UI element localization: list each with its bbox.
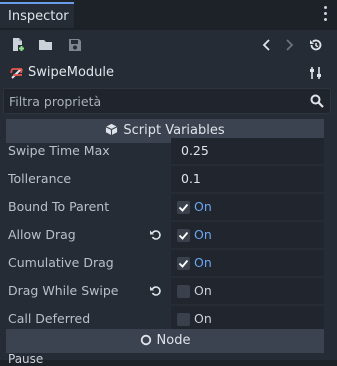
property-label: Drag While Swipe [8,283,119,298]
bound-to-parent-toggle[interactable]: On [171,194,324,220]
allow-drag-toggle[interactable]: On [171,222,324,248]
cumulative-drag-toggle[interactable]: On [171,250,324,276]
open-folder-icon[interactable] [38,37,54,53]
property-row-allow-drag: Allow Drag On [6,221,324,249]
revert-icon[interactable] [149,284,163,298]
property-row-tollerance: Tollerance 0.1 [6,165,324,193]
toggle-state: On [194,255,212,270]
toggle-state: On [194,311,212,326]
section-node[interactable]: Node [6,329,324,353]
property-value: 0.25 [181,143,209,158]
property-label: Bound To Parent [8,199,110,214]
toggle-state: On [194,199,212,214]
drag-while-swipe-toggle[interactable]: On [171,278,324,304]
property-label: Swipe Time Max [8,143,110,158]
swipe-time-max-field[interactable]: 0.25 [171,138,324,164]
dock-menu-icon[interactable] [324,6,328,24]
checkbox-unchecked[interactable] [177,285,190,298]
object-name: SwipeModule [28,65,115,80]
tollerance-field[interactable]: 0.1 [171,166,324,192]
section-node-label: Node [156,333,191,348]
save-icon[interactable] [67,37,83,53]
inspector-panel: SwipeModule Script Variables [0,30,337,366]
property-row-cumulative-drag: Cumulative Drag On [6,249,324,277]
checkbox-unchecked[interactable] [177,313,190,326]
checkbox-checked[interactable] [177,229,190,242]
property-filter-input[interactable] [9,92,299,110]
toggle-state: On [194,283,212,298]
property-label: Tollerance [8,171,72,186]
property-filter[interactable] [3,88,331,114]
section-script-variables-label: Script Variables [123,123,225,138]
property-label: Call Deferred [8,311,91,326]
revert-icon[interactable] [149,228,163,242]
script-icon [9,65,25,81]
new-resource-icon[interactable] [10,37,26,53]
pause-category-label[interactable]: Pause [8,352,43,366]
search-icon [309,93,325,109]
node-circle-icon [140,334,152,350]
property-value: 0.1 [181,171,201,186]
forward-icon[interactable] [281,37,297,53]
object-selector[interactable]: SwipeModule [0,60,337,86]
back-icon[interactable] [259,37,275,53]
checkbox-checked[interactable] [177,201,190,214]
history-icon[interactable] [308,37,324,53]
dock-tab-bar: Inspector [0,0,337,30]
property-label: Cumulative Drag [8,255,114,270]
inspector-toolbar [0,30,337,60]
toggle-state: On [194,227,212,242]
property-label: Allow Drag [8,227,76,242]
property-row-drag-while-swipe: Drag While Swipe On [6,277,324,305]
checkbox-checked[interactable] [177,257,190,270]
tab-inspector[interactable]: Inspector [0,2,74,28]
property-row-bound-to-parent: Bound To Parent On [6,193,324,221]
object-properties-icon[interactable] [308,65,324,81]
property-row-swipe-time-max: Swipe Time Max 0.25 [6,137,324,165]
